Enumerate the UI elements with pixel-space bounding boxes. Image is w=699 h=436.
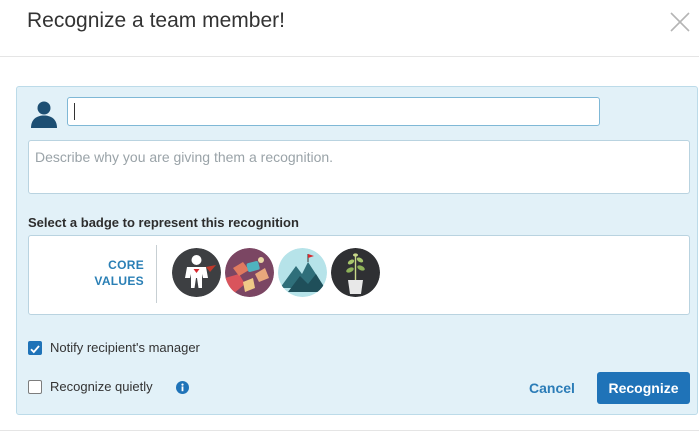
notify-manager-label[interactable]: Notify recipient's manager bbox=[50, 340, 200, 355]
text-caret bbox=[74, 103, 75, 120]
badge-superhero[interactable] bbox=[172, 248, 221, 297]
category-label-line2: VALUES bbox=[94, 274, 144, 288]
teamwork-hands-badge-icon bbox=[225, 248, 274, 297]
close-button[interactable] bbox=[668, 10, 692, 34]
recognize-quietly-label[interactable]: Recognize quietly bbox=[50, 379, 153, 394]
info-icon[interactable] bbox=[176, 381, 189, 394]
reason-textarea[interactable] bbox=[28, 140, 690, 194]
checkmark-icon bbox=[30, 345, 40, 354]
badge-section-heading: Select a badge to represent this recogni… bbox=[28, 215, 299, 230]
mountain-summit-badge-icon bbox=[278, 248, 327, 297]
dialog-header: Recognize a team member! bbox=[0, 0, 699, 57]
growth-plant-badge-icon bbox=[331, 248, 380, 297]
recognize-button[interactable]: Recognize bbox=[597, 372, 690, 404]
badge-selector: CORE VALUES bbox=[28, 235, 690, 315]
category-label-line1: CORE bbox=[108, 258, 144, 272]
cancel-button[interactable]: Cancel bbox=[529, 380, 575, 396]
category-divider bbox=[156, 245, 157, 303]
notify-manager-checkbox[interactable] bbox=[28, 341, 42, 355]
recognize-quietly-checkbox[interactable] bbox=[28, 380, 42, 394]
recipient-input[interactable] bbox=[67, 97, 600, 126]
close-icon bbox=[670, 12, 690, 32]
badge-category-label: CORE VALUES bbox=[69, 257, 144, 289]
badge-mountain[interactable] bbox=[278, 248, 327, 297]
dialog-title: Recognize a team member! bbox=[27, 9, 285, 32]
footer-divider bbox=[0, 430, 699, 431]
badge-teamwork[interactable] bbox=[225, 248, 274, 297]
badge-growth[interactable] bbox=[331, 248, 380, 297]
recognition-form: Select a badge to represent this recogni… bbox=[16, 86, 698, 415]
superhero-badge-icon bbox=[172, 248, 221, 297]
user-icon bbox=[31, 101, 57, 128]
